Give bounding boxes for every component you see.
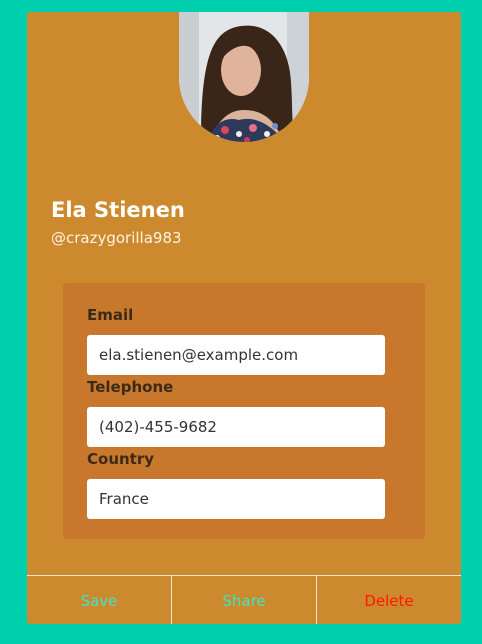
avatar-photo bbox=[179, 12, 309, 142]
save-button[interactable]: Save bbox=[27, 576, 171, 624]
action-bar: Save Share Delete bbox=[27, 575, 461, 624]
contact-info-panel: Email Telephone Country bbox=[63, 283, 425, 539]
share-button[interactable]: Share bbox=[171, 576, 316, 624]
delete-button[interactable]: Delete bbox=[316, 576, 461, 624]
email-label: Email bbox=[87, 306, 134, 324]
profile-handle: @crazygorilla983 bbox=[51, 229, 182, 247]
profile-card: Ela Stienen @crazygorilla983 Email Telep… bbox=[27, 12, 461, 624]
country-field[interactable] bbox=[87, 479, 385, 519]
country-label: Country bbox=[87, 450, 155, 468]
profile-name: Ela Stienen bbox=[51, 198, 185, 222]
telephone-field[interactable] bbox=[87, 407, 385, 447]
avatar bbox=[179, 12, 309, 142]
telephone-label: Telephone bbox=[87, 378, 174, 396]
email-field[interactable] bbox=[87, 335, 385, 375]
